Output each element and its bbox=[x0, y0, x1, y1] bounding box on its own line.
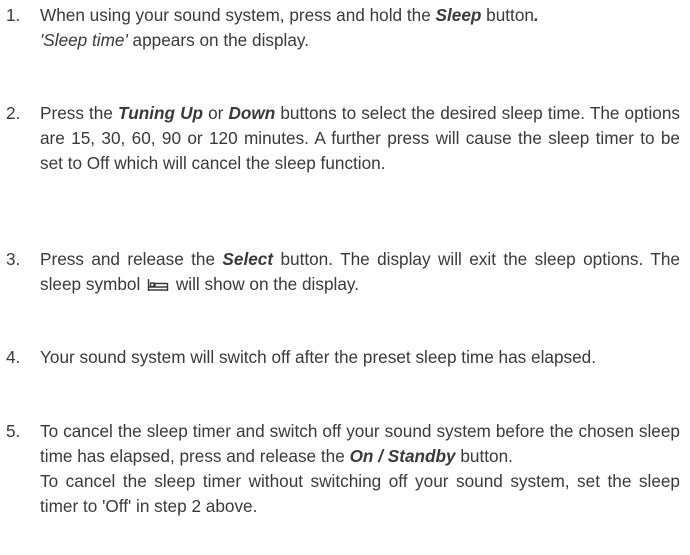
step-text: Press the Tuning Up or Down buttons to s… bbox=[40, 103, 680, 173]
step-number: 2. bbox=[6, 103, 21, 123]
step-number: 3. bbox=[6, 249, 21, 269]
step-1: 1. When using your sound system, press a… bbox=[0, 3, 680, 53]
sleep-time-label: 'Sleep time' bbox=[40, 30, 128, 50]
step-5: 5. To cancel the sleep timer and switch … bbox=[0, 419, 680, 519]
step-text: To cancel the sleep timer and switch off… bbox=[40, 419, 680, 519]
step-4: 4. Your sound system will switch off aft… bbox=[0, 345, 680, 370]
sleep-button-label: Sleep bbox=[435, 5, 482, 25]
sleep-icon bbox=[147, 274, 169, 299]
step-number: 5. bbox=[6, 421, 21, 441]
on-standby-button-label: On / Standby bbox=[349, 446, 456, 466]
down-button-label: Down bbox=[228, 103, 276, 123]
select-button-label: Select bbox=[222, 249, 274, 269]
step-text: Your sound system will switch off after … bbox=[40, 347, 597, 367]
step-number: 1. bbox=[6, 5, 21, 25]
step-3: 3. Press and release the Select button. … bbox=[0, 247, 680, 299]
step-text: When using your sound system, press and … bbox=[40, 5, 539, 50]
step-number: 4. bbox=[6, 347, 21, 367]
tuning-up-button-label: Tuning Up bbox=[118, 103, 203, 123]
step-text: Press and release the Select button. The… bbox=[40, 247, 680, 299]
step-note: To cancel the sleep timer without switch… bbox=[40, 471, 680, 516]
step-2: 2. Press the Tuning Up or Down buttons t… bbox=[0, 101, 680, 176]
